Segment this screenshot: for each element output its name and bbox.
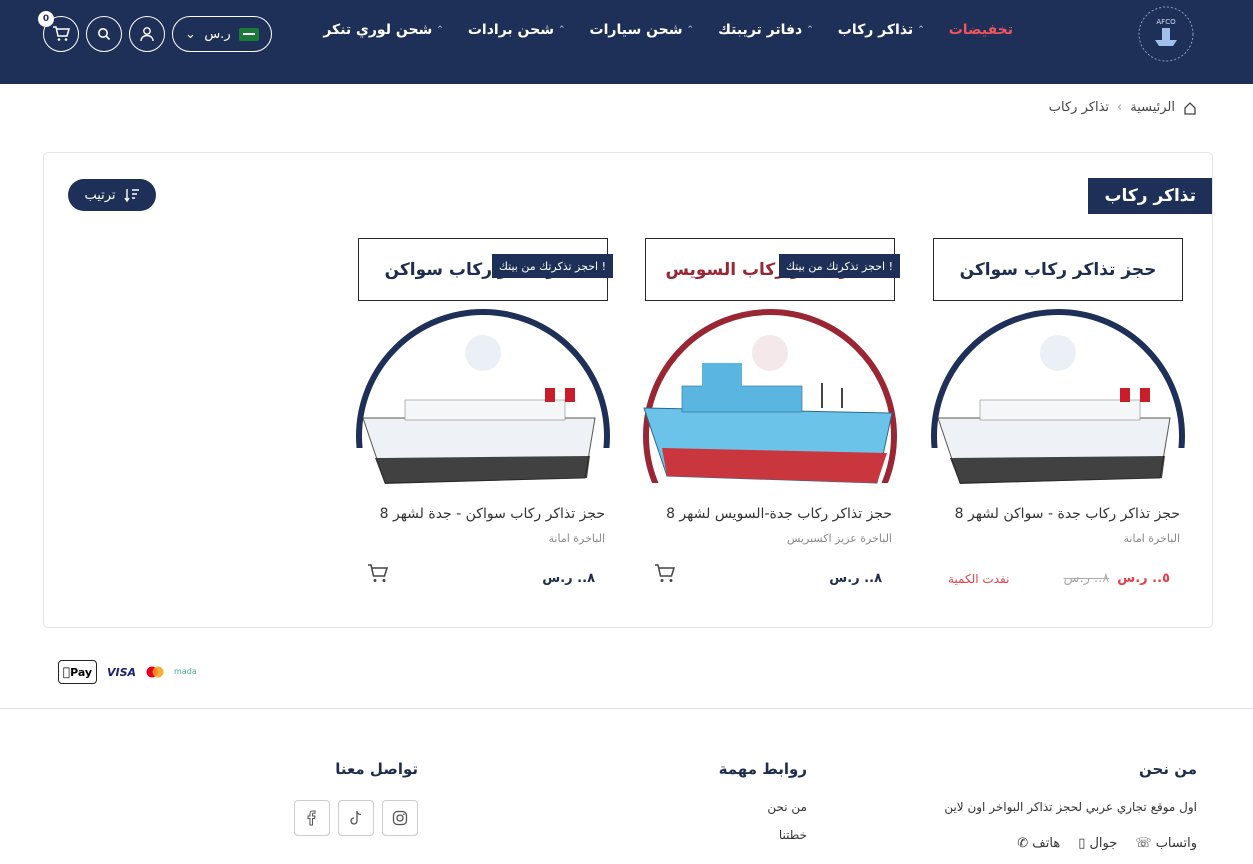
search-icon: [98, 28, 111, 41]
nav-item-car-shipping[interactable]: شحن سيارات ⌃: [590, 22, 695, 38]
saudi-flag-icon: [239, 27, 259, 41]
home-icon: [1184, 101, 1196, 115]
footer-links-title: روابط مهمة: [718, 760, 807, 778]
cart-button[interactable]: 0: [38, 11, 79, 52]
footer-link-plan[interactable]: خطتنا: [719, 828, 807, 842]
currency-selector[interactable]: ⌄ ر.س: [172, 16, 272, 52]
product-card[interactable]: حجز تذاكر ركاب سواكن احجز تذكرتك من بيتك…: [355, 238, 613, 608]
visa-icon: VISA: [107, 665, 137, 679]
search-button[interactable]: [86, 16, 122, 52]
user-icon: [140, 27, 154, 42]
product-price: ٨.. ر.س: [542, 571, 595, 586]
chevron-down-icon: ⌃: [917, 25, 925, 35]
chevron-down-icon: ⌃: [558, 25, 566, 35]
svg-text:AFCO: AFCO: [1156, 18, 1176, 26]
payment-methods: Pay VISA mada: [58, 660, 197, 684]
cart-count-badge: 0: [38, 11, 54, 27]
nav-item-sales[interactable]: تخفيضات: [949, 22, 1013, 38]
product-name[interactable]: حجز تذاكر ركاب جدة-السويس لشهر 8: [666, 506, 892, 522]
breadcrumb: الرئيسية ‹ تذاكر ركاب: [1049, 100, 1197, 115]
nav-item-tanker-shipping[interactable]: شحن لوري تنكر ⌃: [323, 22, 444, 38]
ship-image: [355, 308, 613, 495]
product-card[interactable]: حجز تذاكر ركاب سواكن حجز تذاكر ركاب جدة …: [930, 238, 1188, 608]
site-header: AFCO تخفيضات تذاكر ركاب ⌃ دفاتر تريبتك ⌃ ش…: [0, 0, 1253, 84]
footer-about: من نحن اول موقع تجاري عربي لحجز تذاكر ال…: [944, 760, 1197, 851]
product-price: ٨.. ر.س: [829, 571, 882, 586]
breadcrumb-current: تذاكر ركاب: [1048, 100, 1110, 115]
sold-out-label: نفدت الكمية: [948, 572, 1010, 586]
chevron-down-icon: ⌄: [185, 26, 196, 42]
chevron-down-icon: ⌃: [806, 25, 814, 35]
footer-divider: [0, 708, 1253, 709]
nav-item-triptik[interactable]: دفاتر تريبتك ⌃: [718, 22, 814, 38]
product-ship: الباخرة امانة: [1123, 532, 1180, 545]
main-nav: تخفيضات تذاكر ركاب ⌃ دفاتر تريبتك ⌃ شحن سي…: [323, 22, 1013, 38]
tiktok-link[interactable]: [338, 800, 374, 836]
phone-icon: ✆: [1017, 836, 1033, 851]
cart-icon: [368, 564, 389, 582]
section-title: تذاكر ركاب: [1088, 178, 1212, 214]
mobile-link[interactable]: ▯ جوال: [1078, 836, 1117, 851]
product-ship: الباخرة عزيز اكسبريس: [786, 532, 892, 545]
product-price: ٥.. ر.س ٨.. ر.س: [1063, 571, 1170, 586]
footer-link-about[interactable]: من نحن: [719, 800, 807, 814]
ship-image: [642, 308, 900, 495]
promo-tag: احجز تذكرتك من بيتك !: [778, 254, 900, 278]
nav-item-passenger-tickets[interactable]: تذاكر ركاب ⌃: [838, 22, 925, 38]
footer-about-title: من نحن: [1139, 760, 1197, 778]
phone-link[interactable]: ✆ هاتف: [1017, 836, 1060, 851]
promo-tag: احجز تذكرتك من بيتك !: [491, 254, 613, 278]
add-to-cart-button[interactable]: [654, 564, 676, 588]
products-panel: تذاكر ركاب ترتيب حجز تذاكر ركاب سواكن حج…: [43, 152, 1213, 628]
product-ship: الباخرة امانة: [548, 532, 605, 545]
chevron-down-icon: ⌃: [436, 25, 444, 35]
footer-social: تواصل معنا: [294, 760, 418, 836]
instagram-icon: [392, 810, 408, 826]
chevron-left-icon: ‹: [1117, 100, 1123, 115]
old-price: ٨.. ر.س: [1063, 571, 1110, 586]
social-links: [294, 800, 418, 836]
account-button[interactable]: [129, 16, 165, 52]
ship-image: [930, 308, 1188, 495]
contact-methods: ☏ واتساب ▯ جوال ✆ هاتف: [944, 836, 1197, 851]
whatsapp-link[interactable]: ☏ واتساب: [1135, 836, 1197, 851]
footer-about-text: اول موقع تجاري عربي لحجز تذاكر البواخر ا…: [944, 800, 1197, 814]
whatsapp-icon: ☏: [1135, 836, 1156, 851]
cart-icon: [655, 564, 676, 582]
company-logo[interactable]: AFCO: [1135, 4, 1197, 64]
facebook-icon: [307, 810, 316, 826]
product-name[interactable]: حجز تذاكر ركاب جدة - سواكن لشهر 8: [955, 506, 1180, 522]
tiktok-icon: [350, 810, 362, 825]
footer-social-title: تواصل معنا: [335, 760, 418, 778]
breadcrumb-home[interactable]: الرئيسية: [1130, 100, 1175, 115]
mobile-icon: ▯: [1078, 836, 1090, 851]
cart-icon: [53, 26, 70, 41]
add-to-cart-button[interactable]: [367, 564, 389, 588]
facebook-link[interactable]: [294, 800, 330, 836]
apple-pay-icon: Pay: [58, 660, 97, 684]
mastercard-icon: [146, 666, 164, 678]
nav-item-fridge-shipping[interactable]: شحن برادات ⌃: [468, 22, 566, 38]
product-banner: حجز تذاكر ركاب سواكن: [933, 238, 1183, 301]
sort-button[interactable]: ترتيب: [68, 179, 156, 211]
footer-links: روابط مهمة من نحن خطتنا: [719, 760, 807, 842]
mada-icon: mada: [174, 667, 197, 676]
sort-icon: [123, 189, 139, 202]
chevron-down-icon: ⌃: [686, 25, 695, 35]
product-name[interactable]: حجز تذاكر ركاب سواكن - جدة لشهر 8: [380, 506, 605, 522]
product-card[interactable]: حجز تذاكر ركاب السويس احجز تذكرتك من بيت…: [642, 238, 900, 608]
instagram-link[interactable]: [382, 800, 418, 836]
